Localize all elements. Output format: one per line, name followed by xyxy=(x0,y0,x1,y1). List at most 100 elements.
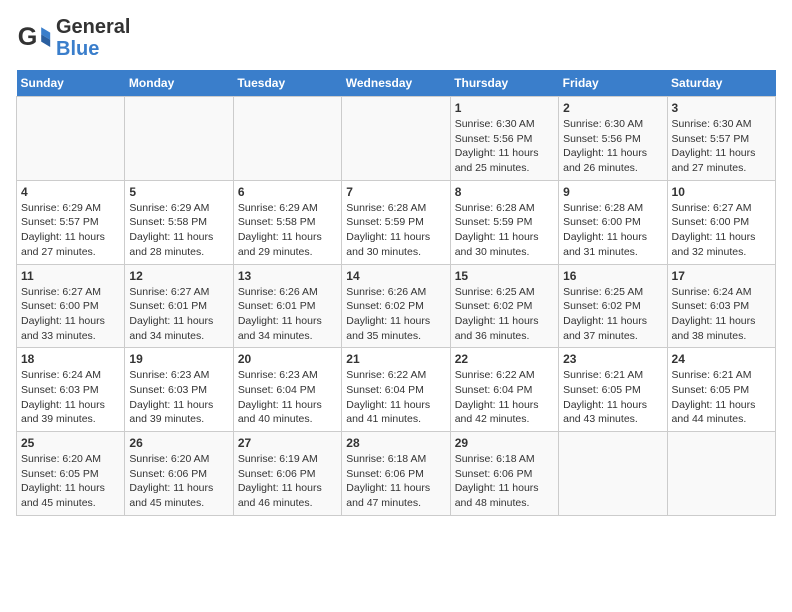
day-number: 14 xyxy=(346,269,445,283)
calendar-cell: 3 Sunrise: 6:30 AMSunset: 5:57 PMDaylight… xyxy=(667,97,775,181)
day-number: 29 xyxy=(455,436,554,450)
day-number: 18 xyxy=(21,352,120,366)
calendar-cell: 8 Sunrise: 6:28 AMSunset: 5:59 PMDaylight… xyxy=(450,180,558,264)
calendar-cell: 10 Sunrise: 6:27 AMSunset: 6:00 PMDayligh… xyxy=(667,180,775,264)
calendar-cell: 14 Sunrise: 6:26 AMSunset: 6:02 PMDayligh… xyxy=(342,264,450,348)
day-number: 12 xyxy=(129,269,228,283)
calendar-cell: 2 Sunrise: 6:30 AMSunset: 5:56 PMDaylight… xyxy=(559,97,667,181)
day-number: 7 xyxy=(346,185,445,199)
day-number: 13 xyxy=(238,269,337,283)
calendar-cell: 9Sunrise: 6:28 AMSunset: 6:00 PMDaylight… xyxy=(559,180,667,264)
calendar-cell: 24Sunrise: 6:21 AMSunset: 6:05 PMDayligh… xyxy=(667,348,775,432)
day-number: 27 xyxy=(238,436,337,450)
col-monday: Monday xyxy=(125,70,233,97)
calendar-header-row: Sunday Monday Tuesday Wednesday Thursday… xyxy=(17,70,776,97)
day-info: Sunrise: 6:18 AMSunset: 6:06 PMDaylight:… xyxy=(455,452,554,511)
col-thursday: Thursday xyxy=(450,70,558,97)
calendar-cell: 15Sunrise: 6:25 AMSunset: 6:02 PMDayligh… xyxy=(450,264,558,348)
calendar-cell: 7 Sunrise: 6:28 AMSunset: 5:59 PMDaylight… xyxy=(342,180,450,264)
day-number: 1 xyxy=(455,101,554,115)
calendar-week-4: 18 Sunrise: 6:24 AMSunset: 6:03 PMDayligh… xyxy=(17,348,776,432)
day-info: Sunrise: 6:30 AMSunset: 5:56 PMDaylight:… xyxy=(455,117,554,176)
day-number: 28 xyxy=(346,436,445,450)
day-info: Sunrise: 6:26 AMSunset: 6:02 PMDaylight:… xyxy=(346,285,445,344)
calendar-cell: 23 Sunrise: 6:21 AMSunset: 6:05 PMDayligh… xyxy=(559,348,667,432)
calendar-cell: 26 Sunrise: 6:20 AMSunset: 6:06 PMDayligh… xyxy=(125,432,233,516)
day-number: 4 xyxy=(21,185,120,199)
day-number: 11 xyxy=(21,269,120,283)
calendar-cell: 18 Sunrise: 6:24 AMSunset: 6:03 PMDayligh… xyxy=(17,348,125,432)
day-number: 22 xyxy=(455,352,554,366)
day-info: Sunrise: 6:20 AMSunset: 6:06 PMDaylight:… xyxy=(129,452,228,511)
day-info: Sunrise: 6:23 AMSunset: 6:04 PMDaylight:… xyxy=(238,368,337,427)
calendar-cell: 19Sunrise: 6:23 AMSunset: 6:03 PMDayligh… xyxy=(125,348,233,432)
day-number: 3 xyxy=(672,101,771,115)
day-info: Sunrise: 6:27 AMSunset: 6:00 PMDaylight:… xyxy=(21,285,120,344)
day-info: Sunrise: 6:28 AMSunset: 5:59 PMDaylight:… xyxy=(455,201,554,260)
calendar-cell: 21 Sunrise: 6:22 AMSunset: 6:04 PMDayligh… xyxy=(342,348,450,432)
day-number: 10 xyxy=(672,185,771,199)
day-number: 24 xyxy=(672,352,771,366)
day-info: Sunrise: 6:22 AMSunset: 6:04 PMDaylight:… xyxy=(455,368,554,427)
day-info: Sunrise: 6:30 AMSunset: 5:57 PMDaylight:… xyxy=(672,117,771,176)
day-info: Sunrise: 6:27 AMSunset: 6:00 PMDaylight:… xyxy=(672,201,771,260)
day-number: 25 xyxy=(21,436,120,450)
day-info: Sunrise: 6:21 AMSunset: 6:05 PMDaylight:… xyxy=(563,368,662,427)
day-info: Sunrise: 6:24 AMSunset: 6:03 PMDaylight:… xyxy=(672,285,771,344)
calendar-body: 1 Sunrise: 6:30 AMSunset: 5:56 PMDaylight… xyxy=(17,97,776,516)
day-number: 2 xyxy=(563,101,662,115)
calendar-cell: 25 Sunrise: 6:20 AMSunset: 6:05 PMDayligh… xyxy=(17,432,125,516)
calendar-cell: 13 Sunrise: 6:26 AMSunset: 6:01 PMDayligh… xyxy=(233,264,341,348)
calendar-cell: 20 Sunrise: 6:23 AMSunset: 6:04 PMDayligh… xyxy=(233,348,341,432)
logo: G General Blue xyxy=(16,16,130,60)
logo-icon: G xyxy=(16,20,52,56)
day-info: Sunrise: 6:28 AMSunset: 5:59 PMDaylight:… xyxy=(346,201,445,260)
day-info: Sunrise: 6:26 AMSunset: 6:01 PMDaylight:… xyxy=(238,285,337,344)
calendar-cell: 27 Sunrise: 6:19 AMSunset: 6:06 PMDayligh… xyxy=(233,432,341,516)
calendar-cell: 1 Sunrise: 6:30 AMSunset: 5:56 PMDaylight… xyxy=(450,97,558,181)
day-number: 19 xyxy=(129,352,228,366)
day-number: 6 xyxy=(238,185,337,199)
calendar-cell: 5 Sunrise: 6:29 AMSunset: 5:58 PMDaylight… xyxy=(125,180,233,264)
svg-text:G: G xyxy=(18,23,38,51)
day-info: Sunrise: 6:18 AMSunset: 6:06 PMDaylight:… xyxy=(346,452,445,511)
calendar-cell: 22 Sunrise: 6:22 AMSunset: 6:04 PMDayligh… xyxy=(450,348,558,432)
calendar-cell xyxy=(233,97,341,181)
day-info: Sunrise: 6:19 AMSunset: 6:06 PMDaylight:… xyxy=(238,452,337,511)
day-info: Sunrise: 6:22 AMSunset: 6:04 PMDaylight:… xyxy=(346,368,445,427)
day-number: 20 xyxy=(238,352,337,366)
calendar-cell: 12 Sunrise: 6:27 AMSunset: 6:01 PMDayligh… xyxy=(125,264,233,348)
day-info: Sunrise: 6:27 AMSunset: 6:01 PMDaylight:… xyxy=(129,285,228,344)
day-number: 21 xyxy=(346,352,445,366)
col-saturday: Saturday xyxy=(667,70,775,97)
day-info: Sunrise: 6:25 AMSunset: 6:02 PMDaylight:… xyxy=(563,285,662,344)
day-number: 26 xyxy=(129,436,228,450)
calendar-cell: 17Sunrise: 6:24 AMSunset: 6:03 PMDayligh… xyxy=(667,264,775,348)
calendar-cell xyxy=(125,97,233,181)
day-info: Sunrise: 6:24 AMSunset: 6:03 PMDaylight:… xyxy=(21,368,120,427)
calendar-week-2: 4 Sunrise: 6:29 AMSunset: 5:57 PMDaylight… xyxy=(17,180,776,264)
day-number: 8 xyxy=(455,185,554,199)
col-wednesday: Wednesday xyxy=(342,70,450,97)
calendar-cell: 4 Sunrise: 6:29 AMSunset: 5:57 PMDaylight… xyxy=(17,180,125,264)
day-info: Sunrise: 6:20 AMSunset: 6:05 PMDaylight:… xyxy=(21,452,120,511)
day-info: Sunrise: 6:29 AMSunset: 5:58 PMDaylight:… xyxy=(238,201,337,260)
calendar-cell: 28 Sunrise: 6:18 AMSunset: 6:06 PMDayligh… xyxy=(342,432,450,516)
calendar-cell: 29 Sunrise: 6:18 AMSunset: 6:06 PMDayligh… xyxy=(450,432,558,516)
day-info: Sunrise: 6:29 AMSunset: 5:58 PMDaylight:… xyxy=(129,201,228,260)
day-number: 23 xyxy=(563,352,662,366)
page-header: G General Blue xyxy=(16,16,776,60)
calendar-cell xyxy=(342,97,450,181)
day-number: 5 xyxy=(129,185,228,199)
day-number: 16 xyxy=(563,269,662,283)
day-info: Sunrise: 6:30 AMSunset: 5:56 PMDaylight:… xyxy=(563,117,662,176)
day-info: Sunrise: 6:28 AMSunset: 6:00 PMDaylight:… xyxy=(563,201,662,260)
day-info: Sunrise: 6:29 AMSunset: 5:57 PMDaylight:… xyxy=(21,201,120,260)
day-info: Sunrise: 6:25 AMSunset: 6:02 PMDaylight:… xyxy=(455,285,554,344)
calendar-cell xyxy=(667,432,775,516)
calendar-week-5: 25 Sunrise: 6:20 AMSunset: 6:05 PMDayligh… xyxy=(17,432,776,516)
calendar-cell: 16 Sunrise: 6:25 AMSunset: 6:02 PMDayligh… xyxy=(559,264,667,348)
calendar-cell: 6 Sunrise: 6:29 AMSunset: 5:58 PMDaylight… xyxy=(233,180,341,264)
col-friday: Friday xyxy=(559,70,667,97)
calendar-table: Sunday Monday Tuesday Wednesday Thursday… xyxy=(16,70,776,516)
